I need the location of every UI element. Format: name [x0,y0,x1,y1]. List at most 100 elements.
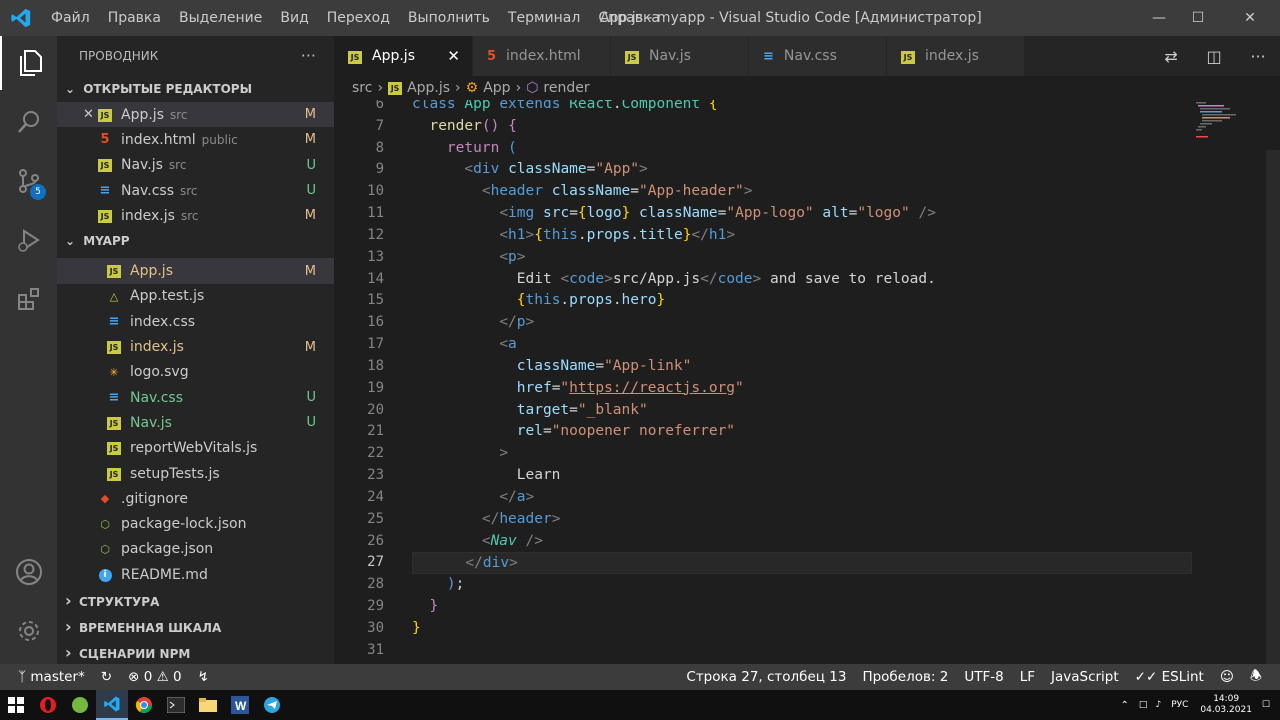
code-line[interactable]: target="_blank" [412,400,1262,422]
close-tab-icon[interactable]: ✕ [447,47,460,65]
collapsed-section[interactable]: › ВРЕМЕННАЯ ШКАЛА [57,614,334,640]
lightning-icon[interactable]: ↯ [198,669,209,685]
minimap[interactable] [1194,100,1266,664]
file-tree-item[interactable]: i README.md [57,562,334,587]
word-icon[interactable]: W [224,690,256,720]
settings-gear-icon[interactable] [0,604,57,658]
telegram-icon[interactable] [256,690,288,720]
open-editor-item[interactable]: 5 index.html public M [57,127,334,152]
language-indicator[interactable]: РУС [1171,700,1188,710]
file-tree-item[interactable]: JS App.js M [57,258,334,284]
more-actions-icon[interactable]: ··· [1250,47,1265,66]
notifications-bell-icon[interactable]: 🕭 [1250,666,1262,689]
encoding-status[interactable]: UTF-8 [964,669,1003,685]
close-window-button[interactable]: ✕ [1226,0,1274,36]
file-tree-item[interactable]: ≡ index.css [57,309,334,334]
branch-status[interactable]: ᛉ master* [18,669,85,685]
vertical-scrollbar[interactable] [1266,150,1280,664]
code-line[interactable]: <div className="App"> [412,159,1262,181]
file-tree-item[interactable]: JS setupTests.js [57,461,334,486]
code-line[interactable]: class App extends React.Component { [412,100,1262,116]
vscode-taskbar-icon[interactable] [96,690,128,720]
code-line[interactable]: </p> [412,312,1262,334]
code-line[interactable]: rel="noopener noreferrer" [412,421,1262,443]
project-section[interactable]: ⌄ MYAPP [57,228,334,254]
sync-icon[interactable]: ↻ [101,669,112,685]
search-icon[interactable] [0,95,57,149]
breadcrumb-class[interactable]: App [483,80,510,96]
open-editors-section[interactable]: ⌄ ОТКРЫТЫЕ РЕДАКТОРЫ [57,76,334,102]
code-line[interactable]: </a> [412,487,1262,509]
language-mode[interactable]: JavaScript [1051,669,1119,685]
code-line[interactable]: </div> [412,552,1192,575]
code-line[interactable]: </header> [412,509,1262,531]
notifications-icon[interactable]: ☐ [1262,700,1270,710]
tab-index-js[interactable]: JS index.js [887,36,1025,76]
open-editor-item[interactable]: JS Nav.js src U [57,153,334,178]
tab-nav-js[interactable]: JS Nav.js [611,36,749,76]
code-line[interactable]: Edit <code>src/App.js</code> and save to… [412,269,1262,291]
file-tree-item[interactable]: ✳ logo.svg [57,360,334,385]
indentation-status[interactable]: Пробелов: 2 [862,669,948,685]
feedback-icon[interactable]: ☺ [1220,669,1234,685]
code-line[interactable] [412,640,1262,662]
network-icon[interactable]: □ [1139,700,1148,710]
close-icon[interactable]: ✕ [83,107,95,122]
file-tree-item[interactable]: JS index.js M [57,334,334,359]
chevron-up-icon[interactable]: ⌃ [1121,700,1129,711]
chrome-browser-icon[interactable] [128,690,160,720]
menu-item[interactable]: Выделение [170,0,271,36]
extensions-icon[interactable] [0,272,57,326]
code-line[interactable]: ); [412,574,1262,596]
file-tree-item[interactable]: △ App.test.js [57,284,334,309]
menu-item[interactable]: Терминал [499,0,589,36]
menu-item[interactable]: Выполнить [399,0,499,36]
code-line[interactable]: href="https://reactjs.org" [412,378,1262,400]
code-line[interactable]: > [412,443,1262,465]
windows-start-icon[interactable] [0,690,32,720]
code-line[interactable]: <h1>{this.props.title}</h1> [412,225,1262,247]
more-actions-icon[interactable]: ··· [301,36,316,76]
eslint-status[interactable]: ✓✓ ESLint [1135,669,1204,685]
volume-icon[interactable]: ♪ [1155,700,1161,710]
code-line[interactable]: return ( [412,138,1262,160]
code-line[interactable]: } [412,596,1262,618]
file-tree-item[interactable]: ≡ Nav.css U [57,385,334,410]
code-line[interactable]: <header className="App-header"> [412,181,1262,203]
menu-item[interactable]: Вид [271,0,317,36]
code-line[interactable]: <Nav /> [412,531,1262,553]
split-editor-icon[interactable]: ◫ [1207,47,1222,66]
file-explorer-icon[interactable] [192,690,224,720]
run-debug-icon[interactable] [0,213,57,267]
compare-changes-icon[interactable]: ⇄ [1164,47,1177,66]
tab-index-html[interactable]: 5 index.html [473,36,611,76]
open-editor-item[interactable]: JS index.js src M [57,203,334,228]
maximize-button[interactable]: ☐ [1174,0,1222,36]
utorrent-icon[interactable] [64,690,96,720]
code-line[interactable]: {this.props.hero} [412,290,1262,312]
code-line[interactable]: <a [412,334,1262,356]
code-editor[interactable]: 6 7 8 9 10 11 12 13 14 15 16 17 18 19 20 21 22 23 24 25 26 27… [334,100,1280,664]
opera-browser-icon[interactable] [32,690,64,720]
file-tree-item[interactable]: ⬡ package-lock.json [57,511,334,536]
code-line[interactable]: Learn [412,465,1262,487]
accounts-icon[interactable] [0,545,57,599]
problems-status[interactable]: ⊗ 0 ⚠ 0 [128,669,181,685]
code-line[interactable]: } [412,618,1262,640]
file-tree-item[interactable]: JS Nav.js U [57,410,334,435]
collapsed-section[interactable]: › СЦЕНАРИИ NPM [57,640,334,666]
file-tree-item[interactable]: JS reportWebVitals.js [57,436,334,461]
menu-item[interactable]: Файл [42,0,99,36]
explorer-icon[interactable] [0,36,57,90]
breadcrumb-method[interactable]: render [543,80,589,96]
open-editor-item[interactable]: ≡ Nav.css src U [57,178,334,203]
tab-nav-css[interactable]: ≡ Nav.css [749,36,887,76]
open-editor-item[interactable]: ✕ JS App.js src M [57,102,334,128]
tab-app-js[interactable]: JS App.js ✕ [334,36,473,76]
code-line[interactable]: className="App-link" [412,356,1262,378]
terminal-icon[interactable] [160,690,192,720]
cursor-position[interactable]: Строка 27, столбец 13 [686,669,846,685]
collapsed-section[interactable]: › СТРУКТУРА [57,588,334,614]
file-tree-item[interactable]: ◆ .gitignore [57,486,334,511]
code-line[interactable]: <img src={logo} className="App-logo" alt… [412,203,1262,225]
